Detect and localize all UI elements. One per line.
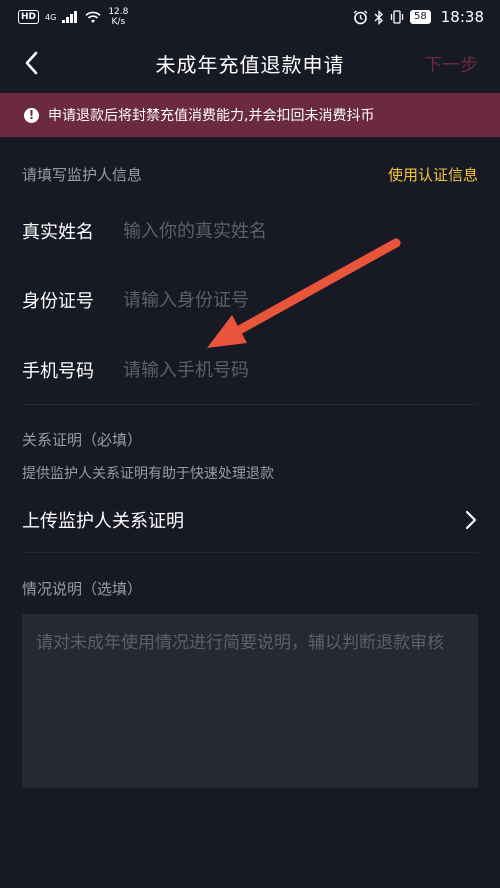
id-number-label: 身份证号 bbox=[22, 291, 94, 312]
wifi-icon bbox=[85, 11, 101, 23]
speed-value: 12.8 bbox=[108, 7, 129, 17]
status-left: HD 4G 12.8 K/s bbox=[18, 7, 128, 27]
vibrate-icon bbox=[390, 10, 404, 24]
id-number-row: 身份证号 bbox=[22, 275, 478, 325]
phone-number-input[interactable] bbox=[123, 359, 478, 381]
hd-badge: HD bbox=[18, 10, 40, 24]
exclamation-icon: ! bbox=[24, 107, 39, 123]
chevron-left-icon bbox=[25, 51, 38, 75]
use-verified-info-link[interactable]: 使用认证信息 bbox=[388, 164, 478, 185]
network-type: 4G bbox=[45, 12, 57, 22]
id-number-input[interactable] bbox=[123, 289, 478, 311]
warning-text: 申请退款后将封禁充值消费能力,并会扣回未消费抖币 bbox=[48, 108, 375, 124]
upload-relation-proof-row[interactable]: 上传监护人关系证明 bbox=[22, 500, 478, 540]
divider bbox=[22, 404, 478, 405]
next-step-button[interactable]: 下一步 bbox=[424, 51, 478, 77]
chevron-right-icon bbox=[465, 510, 477, 530]
status-bar: HD 4G 12.8 K/s 58 18:38 bbox=[0, 0, 500, 34]
upload-relation-proof-label: 上传监护人关系证明 bbox=[22, 511, 184, 532]
status-right: 58 18:38 bbox=[353, 8, 484, 26]
clock: 18:38 bbox=[440, 8, 484, 26]
bluetooth-icon bbox=[374, 9, 383, 25]
network-speed: 12.8 K/s bbox=[108, 7, 128, 27]
page-title: 未成年充值退款申请 bbox=[155, 52, 345, 77]
guardian-section-title: 请填写监护人信息 bbox=[22, 166, 143, 184]
back-button[interactable] bbox=[18, 48, 48, 78]
phone-number-row: 手机号码 bbox=[22, 345, 478, 395]
relation-hint: 提供监护人关系证明有助于快速处理退款 bbox=[22, 466, 274, 482]
nav-bar: 未成年充值退款申请 下一步 bbox=[0, 34, 500, 92]
real-name-row: 真实姓名 bbox=[22, 206, 478, 256]
real-name-label: 真实姓名 bbox=[22, 222, 94, 243]
alarm-icon bbox=[353, 9, 368, 24]
real-name-input[interactable] bbox=[123, 220, 478, 242]
speed-unit: K/s bbox=[111, 17, 126, 27]
relation-section-title: 关系证明（必填） bbox=[22, 431, 143, 449]
warning-banner: ! 申请退款后将封禁充值消费能力,并会扣回未消费抖币 bbox=[0, 93, 500, 137]
divider bbox=[22, 552, 478, 553]
signal-icon bbox=[62, 11, 78, 23]
situation-textarea[interactable] bbox=[22, 614, 478, 788]
battery-level: 58 bbox=[410, 10, 431, 24]
phone-number-label: 手机号码 bbox=[22, 361, 94, 382]
situation-section-title: 情况说明（选填） bbox=[22, 580, 143, 598]
